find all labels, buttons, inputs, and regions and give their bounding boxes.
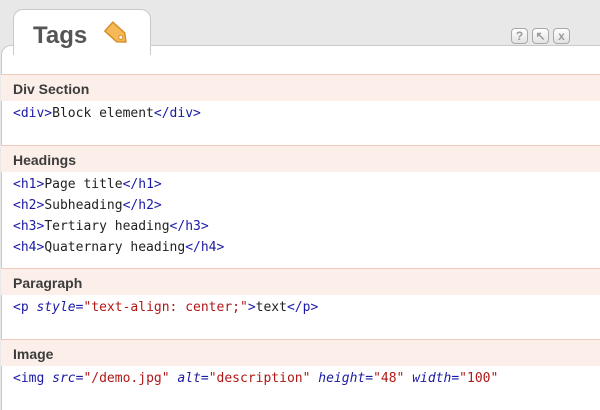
code-token: "100" <box>459 371 499 386</box>
code-token: > <box>247 300 256 315</box>
section-title: Headings <box>1 146 600 172</box>
code-token: <img <box>13 371 53 386</box>
code-line[interactable]: <div>Block element</div> <box>13 103 600 124</box>
code-token: Block element <box>52 106 154 121</box>
window-controls: ? ↖ x <box>511 28 570 44</box>
code-token: Quaternary heading <box>44 240 186 255</box>
tag-icon <box>104 21 127 43</box>
section-title: Paragraph <box>1 269 600 295</box>
code-token: alt <box>177 371 201 386</box>
close-icon: x <box>558 29 565 43</box>
code-token: </h1> <box>122 177 162 192</box>
code-token: style <box>36 300 76 315</box>
code-token: = <box>200 371 209 386</box>
code-token: Page title <box>44 177 123 192</box>
tag-reference-list: Div Section <div>Block element</div> Headi… <box>1 74 600 410</box>
code-token: </h2> <box>122 198 162 213</box>
code-token: </p> <box>286 300 319 315</box>
code-token: <h4> <box>13 240 45 255</box>
code-token: </div> <box>153 106 201 121</box>
help-button[interactable]: ? <box>511 28 528 44</box>
section: Div Section <div>Block element</div> <box>1 74 600 145</box>
section: Image <img src="/demo.jpg" alt="descripti… <box>1 339 600 410</box>
code-token: <h2> <box>13 198 45 213</box>
tags-tab[interactable]: Tags <box>13 9 151 55</box>
arrow-icon: ↖ <box>535 29 546 43</box>
code-token: width <box>412 371 452 386</box>
code-token: "48" <box>373 371 405 386</box>
code-token: Tertiary heading <box>44 219 170 234</box>
code-line[interactable]: <h1>Page title</h1> <box>13 174 600 195</box>
code-token: <p <box>13 300 37 315</box>
code-token: = <box>451 371 460 386</box>
code-line[interactable]: <h2>Subheading</h2> <box>13 195 600 216</box>
code-token: <h1> <box>13 177 45 192</box>
section-title: Div Section <box>1 75 600 101</box>
code-token: <h3> <box>13 219 45 234</box>
section: Headings <h1>Page title</h1> <h2>Subheadin… <box>1 145 600 268</box>
code-token: </h4> <box>185 240 225 255</box>
code-snippet[interactable]: <img src="/demo.jpg" alt="description" h… <box>1 366 600 389</box>
code-line[interactable]: <p style="text-align: center;">text</p> <box>13 297 600 318</box>
code-token: "description" <box>208 371 311 386</box>
code-line[interactable]: <h3>Tertiary heading</h3> <box>13 216 600 237</box>
code-token: </h3> <box>169 219 209 234</box>
code-token: src <box>52 371 76 386</box>
close-button[interactable]: x <box>553 28 570 44</box>
code-token: "text-align: center;" <box>83 300 248 315</box>
code-token: text <box>255 300 287 315</box>
code-snippet[interactable]: <p style="text-align: center;">text</p> <box>1 295 600 318</box>
code-line[interactable]: <img src="/demo.jpg" alt="description" h… <box>13 368 600 389</box>
code-token: = <box>365 371 374 386</box>
code-token: height <box>318 371 366 386</box>
code-token: <div> <box>13 106 53 121</box>
code-snippet[interactable]: <h1>Page title</h1> <h2>Subheading</h2> <h… <box>1 172 600 258</box>
help-icon: ? <box>515 29 524 43</box>
section-title: Image <box>1 340 600 366</box>
tab-title: Tags <box>33 22 88 49</box>
section: Paragraph <p style="text-align: center;">… <box>1 268 600 339</box>
code-line[interactable]: <h4>Quaternary heading</h4> <box>13 237 600 258</box>
code-token: Subheading <box>44 198 123 213</box>
code-token: "/demo.jpg" <box>83 371 170 386</box>
undock-button[interactable]: ↖ <box>532 28 549 44</box>
code-snippet[interactable]: <div>Block element</div> <box>1 101 600 124</box>
